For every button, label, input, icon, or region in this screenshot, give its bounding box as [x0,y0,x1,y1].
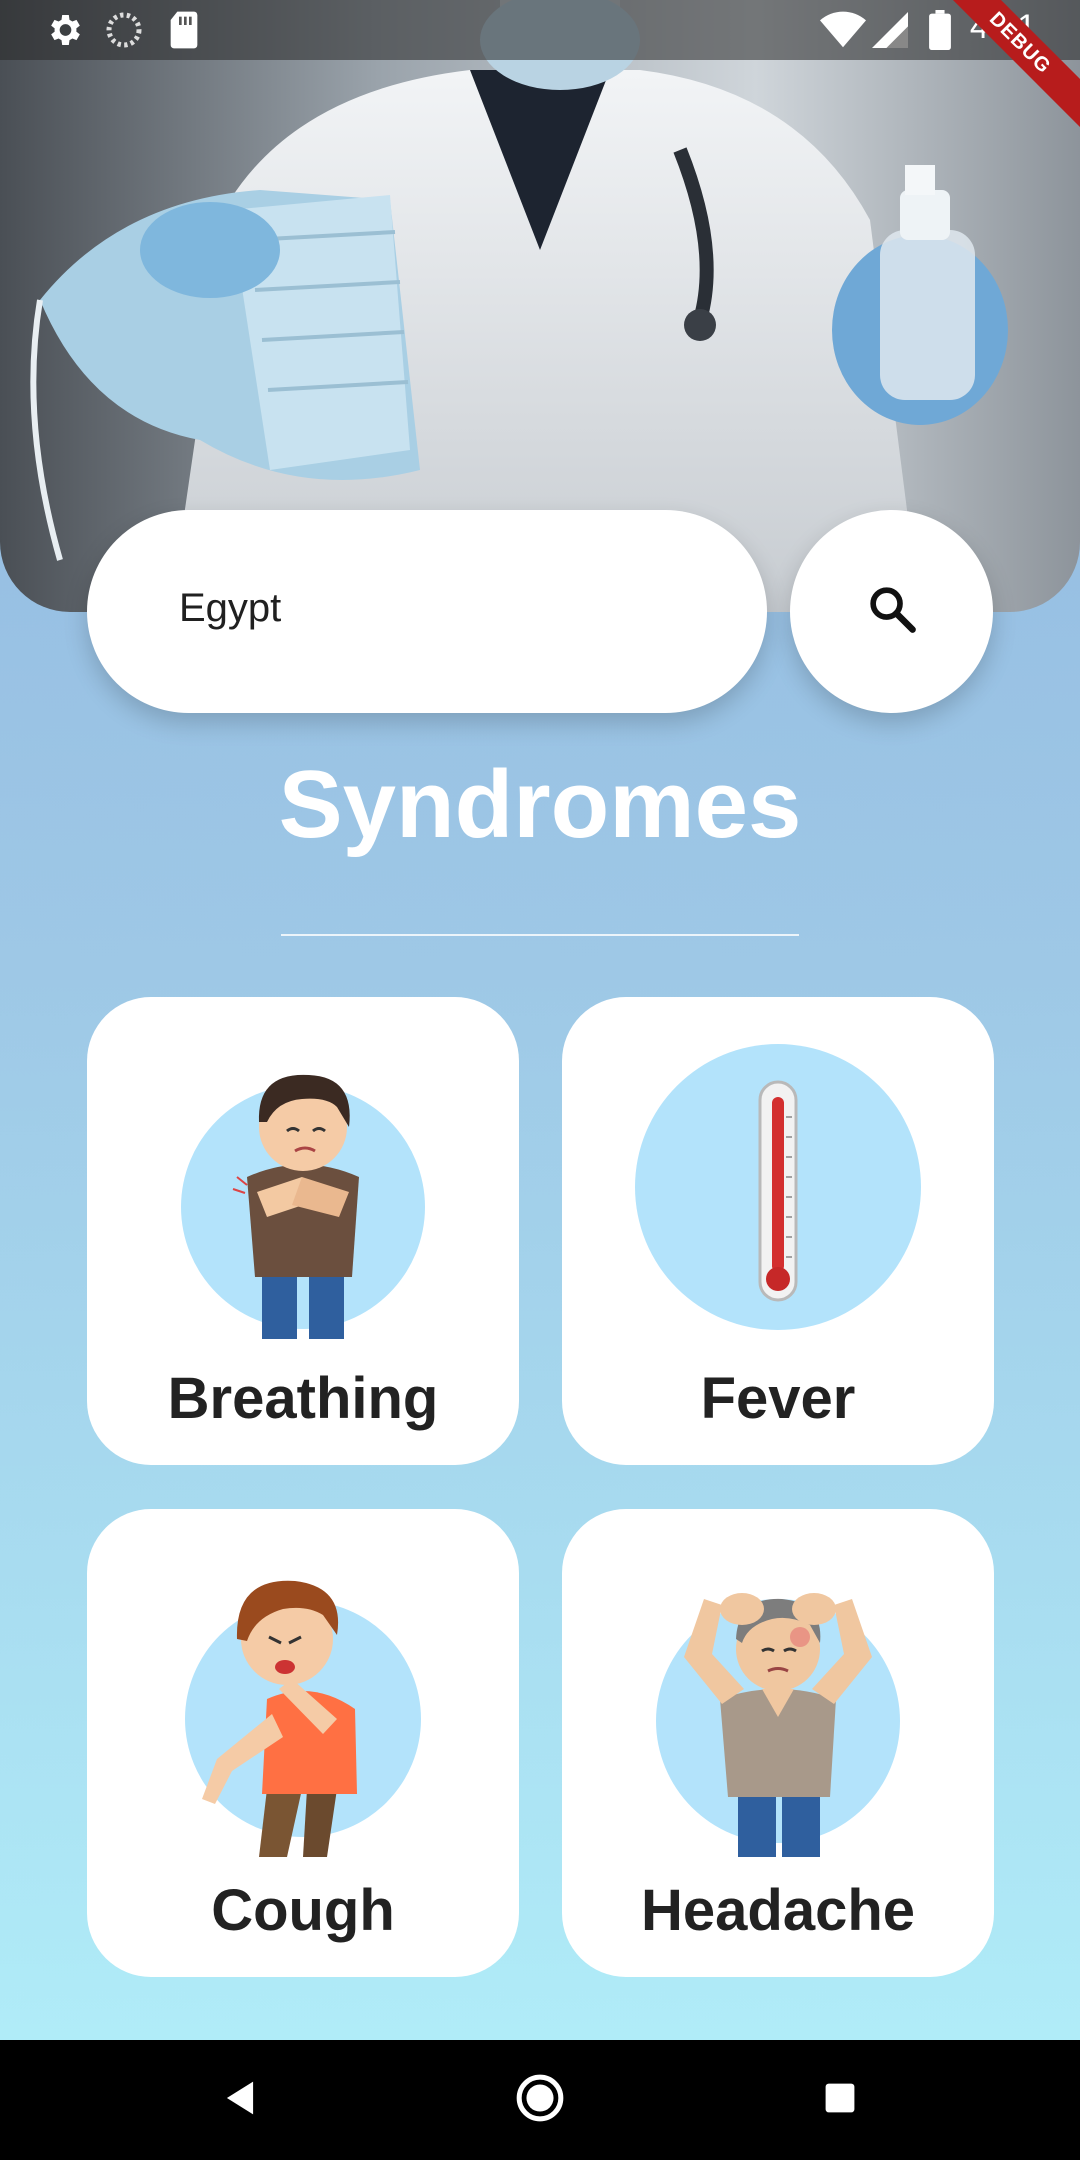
card-headache[interactable]: Headache [562,1509,994,1977]
search-input[interactable]: Egypt [87,510,767,713]
battery-icon [928,10,952,55]
card-cough[interactable]: Cough [87,1509,519,1977]
card-breathing-label: Breathing [167,1366,439,1431]
home-button[interactable] [480,2040,600,2160]
card-fever-label: Fever [700,1366,856,1431]
settings-icon [44,10,84,55]
breathing-boy-illustration [87,1027,519,1347]
thermometer-illustration [562,1027,994,1347]
back-button[interactable] [180,2040,300,2160]
card-headache-label: Headache [640,1878,916,1943]
search-input-value: Egypt [179,586,282,630]
wifi-icon [820,10,866,55]
system-nav-bar [0,2040,1080,2160]
sync-icon [104,10,144,55]
sd-card-icon [166,10,202,55]
search-button[interactable] [790,510,993,713]
title-divider [281,934,799,936]
card-breathing[interactable]: Breathing [87,997,519,1465]
headache-man-illustration [562,1539,994,1859]
card-fever[interactable]: Fever [562,997,994,1465]
card-cough-label: Cough [211,1878,395,1943]
coughing-boy-illustration [87,1539,519,1859]
section-title: Syndromes [278,751,802,858]
home-icon [515,2073,565,2128]
recents-icon [824,2082,856,2119]
search-icon [866,583,918,640]
recents-button[interactable] [780,2040,900,2160]
status-bar: 4:51 [0,0,1080,60]
signal-icon [872,10,908,55]
back-icon [223,2080,257,2121]
